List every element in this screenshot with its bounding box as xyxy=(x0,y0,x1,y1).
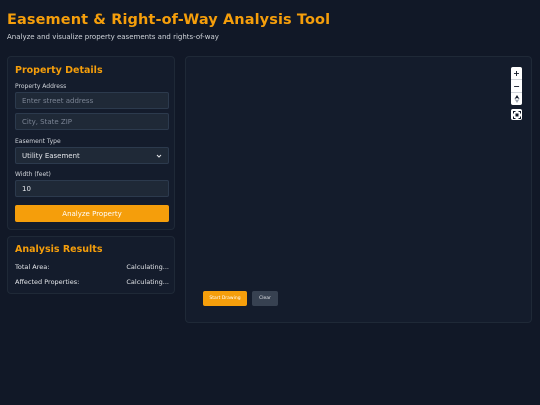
property-details-panel: Property Details Property Address Enter … xyxy=(7,56,175,230)
analyze-property-button[interactable]: Analyze Property xyxy=(15,205,169,222)
city-state-zip-input[interactable]: City, State ZIP xyxy=(15,113,169,130)
result-value: Calculating... xyxy=(126,278,169,286)
zoom-out-button[interactable]: − xyxy=(511,80,522,93)
compass-icon xyxy=(514,95,519,103)
result-label: Affected Properties: xyxy=(15,278,80,286)
city-state-zip-placeholder: City, State ZIP xyxy=(22,117,73,126)
property-details-heading: Property Details xyxy=(15,65,103,76)
chevron-down-icon xyxy=(156,153,162,159)
result-row-affected-properties: Affected Properties: Calculating... xyxy=(15,278,169,286)
width-label: Width (feet) xyxy=(15,171,51,178)
reset-north-button[interactable] xyxy=(511,93,522,105)
result-label: Total Area: xyxy=(15,263,50,271)
width-input[interactable]: 10 xyxy=(15,180,169,197)
easement-type-label: Easement Type xyxy=(15,138,61,145)
zoom-in-button[interactable]: + xyxy=(511,67,522,80)
width-value: 10 xyxy=(22,184,31,193)
clear-button[interactable]: Clear xyxy=(252,291,278,306)
fullscreen-icon xyxy=(512,110,521,119)
page-subtitle: Analyze and visualize property easements… xyxy=(7,33,219,41)
start-drawing-button[interactable]: Start Drawing xyxy=(203,291,247,306)
analysis-results-heading: Analysis Results xyxy=(15,244,103,255)
page-title: Easement & Right-of-Way Analysis Tool xyxy=(7,12,331,28)
analysis-results-panel: Analysis Results Total Area: Calculating… xyxy=(7,236,175,294)
easement-type-value: Utility Easement xyxy=(22,151,80,160)
easement-type-select[interactable]: Utility Easement xyxy=(15,147,169,164)
result-row-total-area: Total Area: Calculating... xyxy=(15,263,169,271)
property-address-label: Property Address xyxy=(15,83,67,90)
result-value: Calculating... xyxy=(126,263,169,271)
street-address-input[interactable]: Enter street address xyxy=(15,92,169,109)
fullscreen-button[interactable] xyxy=(511,109,522,120)
street-address-placeholder: Enter street address xyxy=(22,96,94,105)
map-panel[interactable]: + − Start Drawing Clear xyxy=(185,56,532,323)
zoom-controls: + − xyxy=(511,67,522,105)
